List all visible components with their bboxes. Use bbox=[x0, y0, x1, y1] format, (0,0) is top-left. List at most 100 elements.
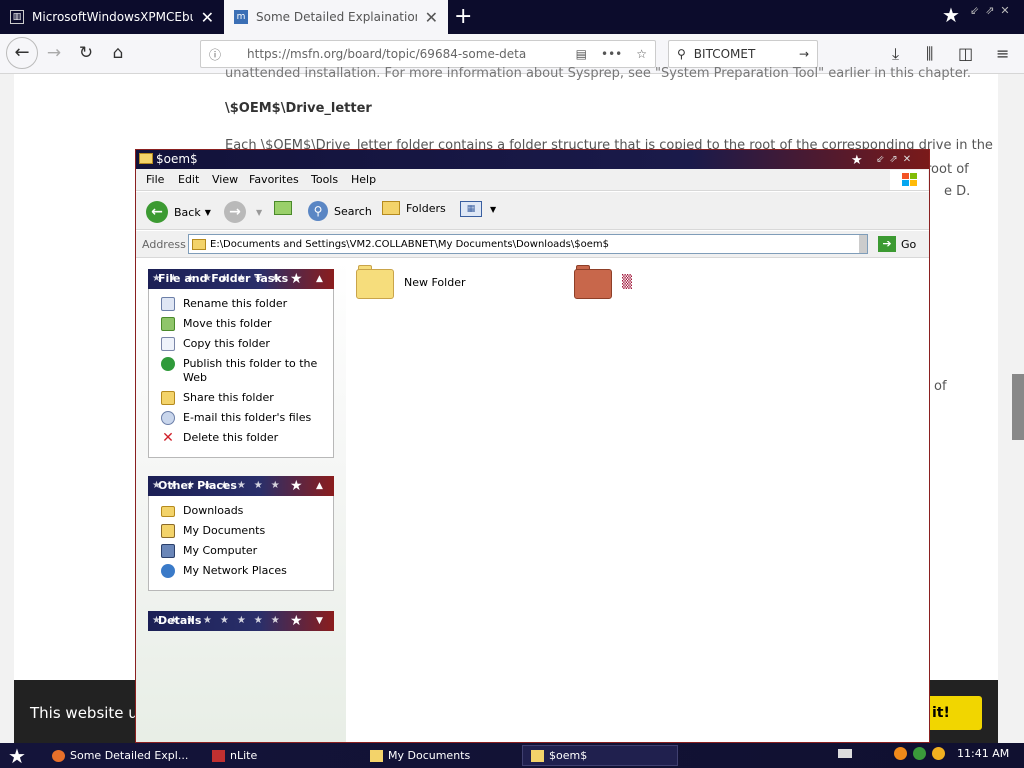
task-copy-folder[interactable]: Copy this folder bbox=[161, 337, 333, 351]
address-dropdown[interactable] bbox=[859, 235, 867, 253]
taskbar-button-nlite[interactable]: nLite bbox=[204, 745, 360, 766]
file-item-unnamed-folder[interactable]: ▒ bbox=[574, 265, 632, 299]
cookie-accept-button[interactable]: it! bbox=[926, 696, 982, 730]
task-rename-folder[interactable]: Rename this folder bbox=[161, 297, 333, 311]
forward-button[interactable]: → bbox=[42, 42, 66, 66]
panel-header[interactable]: ★★★★★★★★ File and Folder Tasks ★ ▲ bbox=[148, 269, 334, 289]
info-icon[interactable]: ⓘ bbox=[209, 46, 221, 63]
address-input[interactable]: E:\Documents and Settings\VM2.COLLABNET\… bbox=[188, 234, 868, 254]
library-icon[interactable]: ⫼ bbox=[926, 44, 933, 64]
go-label: Go bbox=[901, 237, 917, 251]
search-button[interactable]: ⚲ Search bbox=[308, 201, 372, 221]
taskbar-label: Some Detailed Expl... bbox=[70, 749, 189, 762]
task-share-folder[interactable]: Share this folder bbox=[161, 391, 333, 405]
window-controls[interactable]: ⇙⇗✕ bbox=[970, 4, 1016, 17]
article-heading: \$OEM$\Drive_letter bbox=[225, 101, 372, 116]
menu-file[interactable]: File bbox=[146, 173, 164, 186]
task-label: Publish this folder to the Web bbox=[183, 357, 318, 384]
views-button[interactable]: ▦ ▼ bbox=[460, 201, 496, 217]
rename-icon bbox=[161, 297, 175, 311]
chevron-up-icon[interactable]: ▲ bbox=[316, 476, 323, 496]
taskbar-button-oem[interactable]: $oem$ bbox=[522, 745, 678, 766]
delete-icon: ✕ bbox=[162, 430, 174, 446]
browser-tab-2[interactable]: m Some Detailed Explaination Of $OEM ✕ bbox=[224, 0, 448, 34]
keyboard-icon[interactable] bbox=[838, 749, 852, 758]
firefox-tray-icon[interactable] bbox=[894, 747, 907, 760]
search-label: Search bbox=[334, 204, 372, 218]
file-folder-tasks-panel: ★★★★★★★★ File and Folder Tasks ★ ▲ Renam… bbox=[148, 269, 334, 458]
menu-icon[interactable]: ≡ bbox=[996, 44, 1009, 63]
reload-button[interactable]: ↻ bbox=[74, 42, 98, 66]
file-item-new-folder[interactable]: New Folder bbox=[356, 265, 465, 299]
chevron-down-icon[interactable]: ▼ bbox=[205, 208, 211, 217]
place-network-places[interactable]: My Network Places bbox=[161, 564, 333, 578]
bookmark-star-icon[interactable]: ☆ bbox=[636, 47, 647, 61]
address-value[interactable]: E:\Documents and Settings\VM2.COLLABNET\… bbox=[210, 239, 609, 250]
task-email-files[interactable]: E-mail this folder's files bbox=[161, 411, 333, 425]
close-tab-icon[interactable]: ✕ bbox=[425, 8, 438, 27]
home-button[interactable]: ⌂ bbox=[106, 42, 130, 66]
search-go-icon[interactable]: → bbox=[799, 47, 809, 61]
panel-body: Downloads My Documents My Computer My Ne… bbox=[148, 496, 334, 591]
new-tab-button[interactable]: + bbox=[454, 4, 472, 29]
theme-star-icon: ★ bbox=[290, 271, 303, 287]
task-delete-folder[interactable]: ✕ Delete this folder bbox=[161, 431, 333, 445]
menu-help[interactable]: Help bbox=[351, 173, 376, 186]
search-bar[interactable]: ⚲ BITCOMET → bbox=[668, 40, 818, 68]
page-actions-icon[interactable]: ••• bbox=[601, 47, 622, 61]
page-scrollbar[interactable] bbox=[1012, 374, 1024, 440]
up-folder-button[interactable] bbox=[274, 201, 298, 215]
forward-button[interactable]: → ▼ bbox=[224, 201, 262, 223]
place-label: My Documents bbox=[183, 524, 266, 537]
browser-tab-1[interactable]: ▥ MicrosoftWindowsXPMCEbuildcolle ✕ bbox=[0, 0, 224, 34]
nlite-icon bbox=[212, 749, 225, 762]
folders-button[interactable]: Folders bbox=[382, 201, 446, 215]
folder-icon bbox=[356, 265, 394, 299]
place-downloads[interactable]: Downloads bbox=[161, 504, 333, 518]
download-icon[interactable]: ⤓ bbox=[892, 44, 899, 64]
views-icon: ▦ bbox=[460, 201, 482, 217]
search-input[interactable]: BITCOMET bbox=[694, 47, 799, 61]
place-my-computer[interactable]: My Computer bbox=[161, 544, 333, 558]
chevron-down-icon[interactable]: ▼ bbox=[490, 205, 496, 214]
panel-title: Other Places bbox=[158, 479, 237, 492]
network-icon[interactable] bbox=[913, 747, 926, 760]
task-move-folder[interactable]: Move this folder bbox=[161, 317, 333, 331]
back-button[interactable]: ← bbox=[6, 37, 38, 69]
start-button[interactable]: ★ bbox=[8, 744, 26, 768]
close-tab-icon[interactable]: ✕ bbox=[201, 8, 214, 27]
reader-view-icon[interactable]: ▤ bbox=[576, 47, 587, 61]
url-text[interactable]: https://msfn.org/board/topic/69684-some-… bbox=[247, 47, 562, 61]
menu-edit[interactable]: Edit bbox=[178, 173, 199, 186]
firefox-icon bbox=[52, 749, 65, 762]
system-tray: 11:41 AM bbox=[838, 747, 1009, 760]
window-controls[interactable]: ⇙⇗✕ bbox=[876, 150, 916, 169]
panel-header[interactable]: ★★★★★★★★ Details ★ ▼ bbox=[148, 611, 334, 631]
back-button[interactable]: ← Back ▼ bbox=[146, 201, 211, 223]
panel-header[interactable]: ★★★★★★★★ Other Places ★ ▲ bbox=[148, 476, 334, 496]
menu-view[interactable]: View bbox=[212, 173, 238, 186]
place-my-documents[interactable]: My Documents bbox=[161, 524, 333, 538]
folder-icon bbox=[382, 201, 400, 215]
chevron-down-icon[interactable]: ▼ bbox=[256, 208, 262, 217]
menu-favorites[interactable]: Favorites bbox=[249, 173, 299, 186]
url-bar[interactable]: ⓘ https://msfn.org/board/topic/69684-som… bbox=[200, 40, 656, 68]
search-icon: ⚲ bbox=[308, 201, 328, 221]
clock[interactable]: 11:41 AM bbox=[957, 747, 1009, 760]
sidebar-icon[interactable]: ◫ bbox=[958, 44, 973, 63]
go-arrow-icon: ➔ bbox=[878, 236, 896, 252]
my-documents-icon bbox=[161, 524, 175, 538]
go-button[interactable]: ➔ Go bbox=[878, 236, 916, 252]
explorer-title-bar[interactable]: $oem$ ★ ⇙⇗✕ bbox=[136, 150, 929, 169]
chevron-down-icon[interactable]: ▼ bbox=[316, 611, 323, 631]
task-publish-web[interactable]: Publish this folder to the Web bbox=[161, 357, 333, 385]
msfn-icon: m bbox=[234, 10, 248, 24]
taskbar-button-firefox[interactable]: Some Detailed Expl... bbox=[44, 745, 204, 766]
theme-star-icon: ★ bbox=[290, 613, 303, 629]
search-tray-icon[interactable] bbox=[932, 747, 945, 760]
article-text: root of bbox=[926, 162, 969, 177]
chevron-up-icon[interactable]: ▲ bbox=[316, 269, 323, 289]
taskbar-button-my-documents[interactable]: My Documents bbox=[362, 745, 518, 766]
menu-tools[interactable]: Tools bbox=[311, 173, 338, 186]
details-panel: ★★★★★★★★ Details ★ ▼ bbox=[148, 611, 334, 631]
